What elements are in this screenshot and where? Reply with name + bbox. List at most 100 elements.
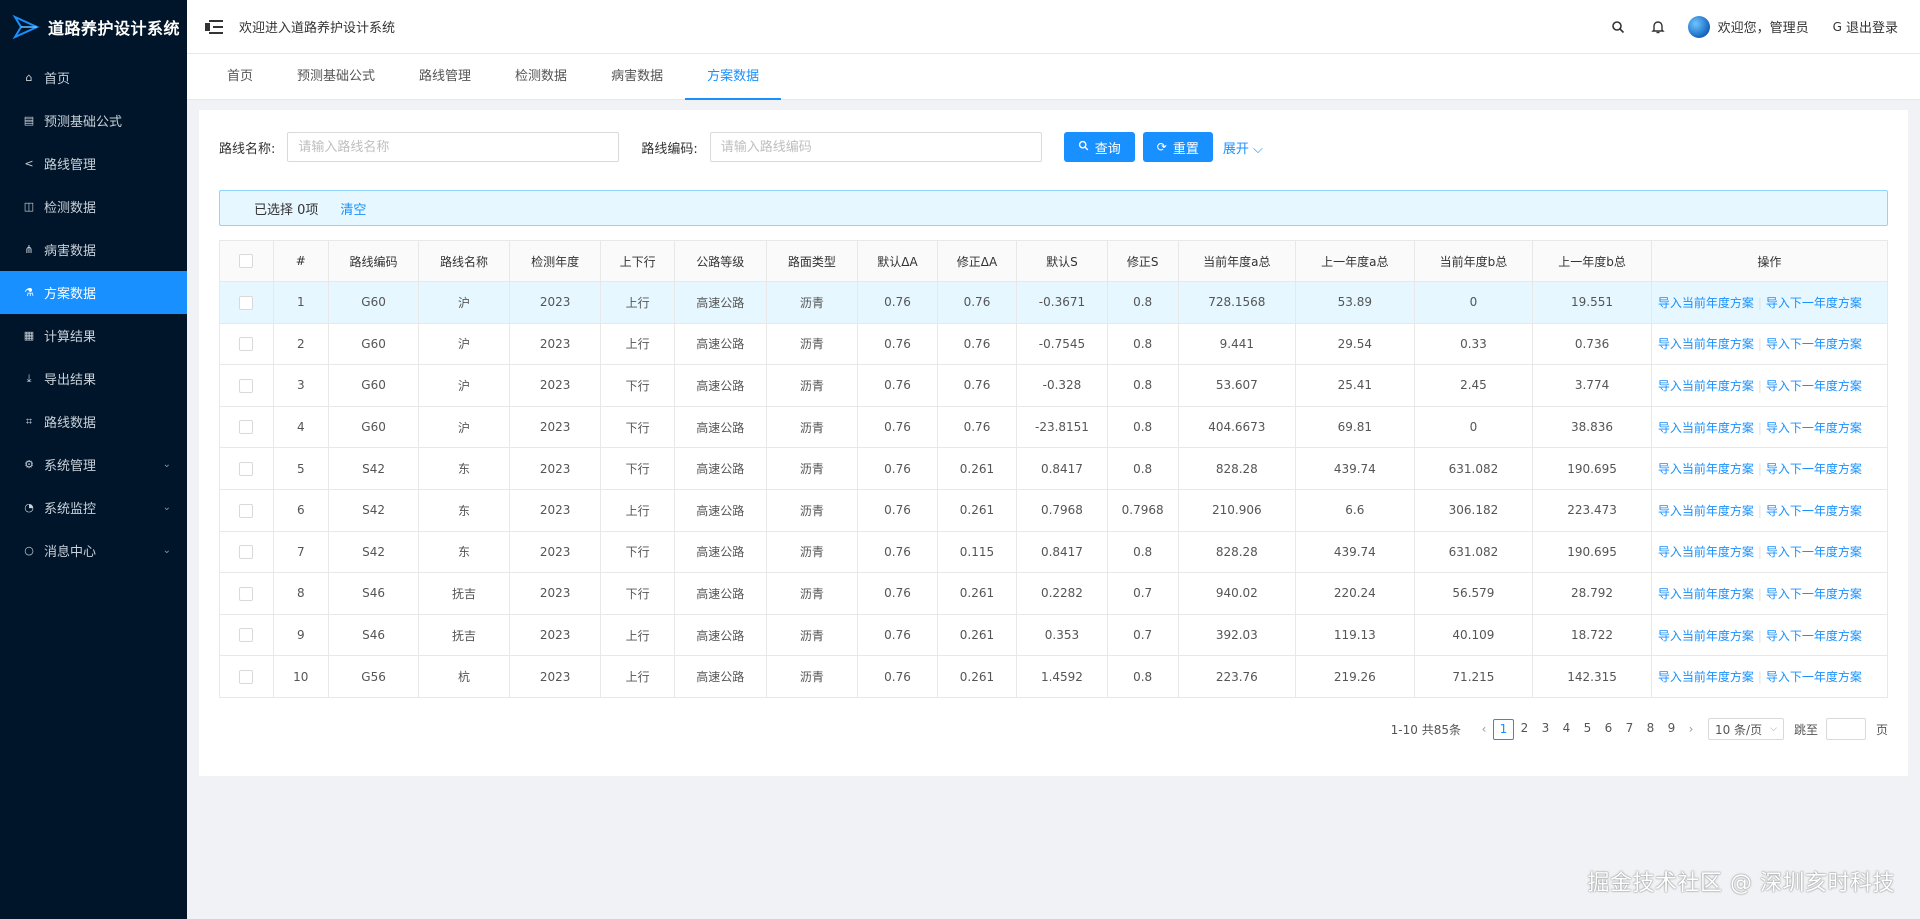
import-current-year-link[interactable]: 导入当前年度方案	[1658, 504, 1754, 518]
next-page-icon[interactable]: ›	[1682, 722, 1700, 736]
table-row[interactable]: 3 G60 沪 2023 下行 高速公路 沥青 0.76 0.76 -0.328 0.8 53.607…	[219, 364, 1889, 407]
import-next-year-link[interactable]: 导入下一年度方案	[1766, 670, 1862, 684]
row-checkbox[interactable]	[239, 628, 254, 643]
sidebar-item-2[interactable]: < 路线管理	[0, 142, 187, 185]
sidebar-item-6[interactable]: ▦ 计算结果	[0, 314, 187, 357]
import-current-year-link[interactable]: 导入当前年度方案	[1658, 421, 1754, 435]
sidebar-item-3[interactable]: ◫ 检测数据	[0, 185, 187, 228]
table-row[interactable]: 4 G60 沪 2023 下行 高速公路 沥青 0.76 0.76 -23.8151 0.8 404.…	[219, 405, 1889, 449]
import-current-year-link[interactable]: 导入当前年度方案	[1658, 545, 1754, 559]
page-number[interactable]: 6	[1598, 719, 1619, 740]
import-current-year-link[interactable]: 导入当前年度方案	[1658, 296, 1754, 310]
prev-page-icon[interactable]: ‹	[1475, 722, 1493, 736]
table-row[interactable]: 9 S46 抚吉 2023 上行 高速公路 沥青 0.76 0.261 0.353 0.7 392.0…	[219, 613, 1889, 657]
action-divider: |	[1757, 295, 1762, 310]
expand-toggle[interactable]: 展开 ⌵	[1223, 138, 1263, 157]
search-icon[interactable]	[1598, 20, 1638, 34]
table-row[interactable]: 6 S42 东 2023 上行 高速公路 沥青 0.76 0.261 0.7968 0.7968 21…	[219, 488, 1889, 532]
action-divider: |	[1757, 378, 1762, 393]
page-number[interactable]: 1	[1492, 718, 1514, 740]
import-current-year-link[interactable]: 导入当前年度方案	[1658, 629, 1754, 643]
table-row[interactable]: 10 G56 杭 2023 上行 高速公路 沥青 0.76 0.261 1.4592 0.8 223.…	[219, 655, 1889, 698]
row-checkbox[interactable]	[239, 545, 254, 560]
share-icon: <	[24, 157, 34, 170]
sidebar-item-9[interactable]: ⚙ 系统管理 ⌄	[0, 443, 187, 486]
import-current-year-link[interactable]: 导入当前年度方案	[1658, 670, 1754, 684]
row-checkbox[interactable]	[239, 669, 254, 684]
page-size-select[interactable]: 10 条/页 ⌵	[1707, 718, 1784, 740]
import-next-year-link[interactable]: 导入下一年度方案	[1766, 504, 1862, 518]
import-next-year-link[interactable]: 导入下一年度方案	[1766, 296, 1862, 310]
tab-5[interactable]: 方案数据	[685, 54, 782, 100]
table-cell: 上行	[600, 281, 675, 324]
table-cell: 2023	[508, 322, 602, 366]
page-number[interactable]: 2	[1514, 719, 1535, 740]
tab-0[interactable]: 首页	[205, 54, 275, 100]
import-next-year-link[interactable]: 导入下一年度方案	[1766, 545, 1862, 559]
tab-1[interactable]: 预测基础公式	[275, 54, 397, 100]
row-checkbox[interactable]	[239, 586, 254, 601]
table-row[interactable]: 8 S46 抚吉 2023 下行 高速公路 沥青 0.76 0.261 0.2282 0.7 940.…	[219, 572, 1889, 615]
table-cell: S46	[327, 572, 420, 615]
row-checkbox[interactable]	[239, 503, 254, 518]
sidebar-item-5[interactable]: ⚗ 方案数据	[0, 271, 187, 314]
import-current-year-link[interactable]: 导入当前年度方案	[1658, 379, 1754, 393]
table-cell: 高速公路	[673, 405, 767, 449]
table-cell: 0.261	[936, 572, 1018, 615]
bell-icon[interactable]	[1638, 19, 1678, 34]
import-next-year-link[interactable]: 导入下一年度方案	[1766, 629, 1862, 643]
import-next-year-link[interactable]: 导入下一年度方案	[1766, 337, 1862, 351]
import-next-year-link[interactable]: 导入下一年度方案	[1766, 587, 1862, 601]
tab-3[interactable]: 检测数据	[493, 54, 589, 100]
menu-fold-icon[interactable]	[205, 19, 223, 34]
table-row[interactable]: 2 G60 沪 2023 上行 高速公路 沥青 0.76 0.76 -0.7545 0.8 9.441…	[219, 322, 1889, 366]
page-number[interactable]: 4	[1556, 719, 1577, 740]
chevron-down-icon: ⌵	[1253, 141, 1263, 157]
route-name-input[interactable]	[287, 132, 620, 162]
expand-label: 展开	[1222, 141, 1249, 157]
page-number[interactable]: 3	[1535, 719, 1556, 740]
page-number[interactable]: 9	[1661, 719, 1682, 740]
sidebar-item-10[interactable]: ◔ 系统监控 ⌄	[0, 486, 187, 529]
select-all-checkbox[interactable]	[239, 254, 254, 269]
row-checkbox[interactable]	[239, 337, 254, 352]
clear-selection-link[interactable]: 清空	[340, 199, 366, 218]
import-current-year-link[interactable]: 导入当前年度方案	[1658, 587, 1754, 601]
query-button[interactable]: 查询	[1063, 132, 1135, 162]
table-icon: ▤	[23, 114, 35, 127]
page-number[interactable]: 5	[1577, 719, 1598, 740]
reset-label: 重置	[1172, 141, 1199, 157]
import-next-year-link[interactable]: 导入下一年度方案	[1766, 462, 1862, 476]
row-checkbox[interactable]	[239, 378, 254, 393]
sidebar-item-1[interactable]: ▤ 预测基础公式	[0, 99, 187, 142]
sidebar-item-7[interactable]: ⤓ 导出结果	[0, 357, 187, 400]
table-row[interactable]: 7 S42 东 2023 下行 高速公路 沥青 0.76 0.115 0.8417 0.8 828.2…	[219, 530, 1889, 574]
sidebar-item-11[interactable]: ○ 消息中心 ⌄	[0, 529, 187, 572]
table-row[interactable]: 1 G60 沪 2023 上行 高速公路 沥青 0.76 0.76 -0.3671 0.8 728.1…	[219, 281, 1889, 324]
import-next-year-link[interactable]: 导入下一年度方案	[1766, 421, 1862, 435]
table-cell: 38.836	[1532, 405, 1652, 449]
table-cell: 0.8	[1106, 447, 1179, 490]
table-row[interactable]: 5 S42 东 2023 下行 高速公路 沥青 0.76 0.261 0.8417 0.8 828.2…	[219, 447, 1889, 490]
jump-page-input[interactable]	[1825, 718, 1866, 740]
page-number[interactable]: 7	[1619, 719, 1640, 740]
import-current-year-link[interactable]: 导入当前年度方案	[1658, 462, 1754, 476]
reset-button[interactable]: ⟳ 重置	[1142, 132, 1213, 162]
route-code-input[interactable]	[709, 132, 1042, 162]
sidebar-item-4[interactable]: ⋔ 病害数据	[0, 228, 187, 271]
table-cell: 1.4592	[1016, 655, 1108, 698]
table-cell: G60	[327, 281, 420, 324]
user-menu[interactable]: 欢迎您，管理员	[1687, 15, 1809, 38]
row-checkbox[interactable]	[239, 295, 254, 310]
row-checkbox[interactable]	[239, 461, 254, 476]
logout-button[interactable]: G 退出登录	[1833, 17, 1898, 37]
tab-2[interactable]: 路线管理	[397, 54, 493, 100]
import-next-year-link[interactable]: 导入下一年度方案	[1766, 379, 1862, 393]
row-checkbox[interactable]	[239, 420, 254, 435]
tab-4[interactable]: 病害数据	[589, 54, 685, 100]
page-number[interactable]: 8	[1640, 719, 1661, 740]
sidebar-item-8[interactable]: ⌗ 路线数据	[0, 400, 187, 443]
sidebar-item-0[interactable]: ⌂ 首页	[0, 56, 187, 99]
import-current-year-link[interactable]: 导入当前年度方案	[1658, 337, 1754, 351]
logo[interactable]: 道路养护设计系统	[0, 0, 187, 54]
